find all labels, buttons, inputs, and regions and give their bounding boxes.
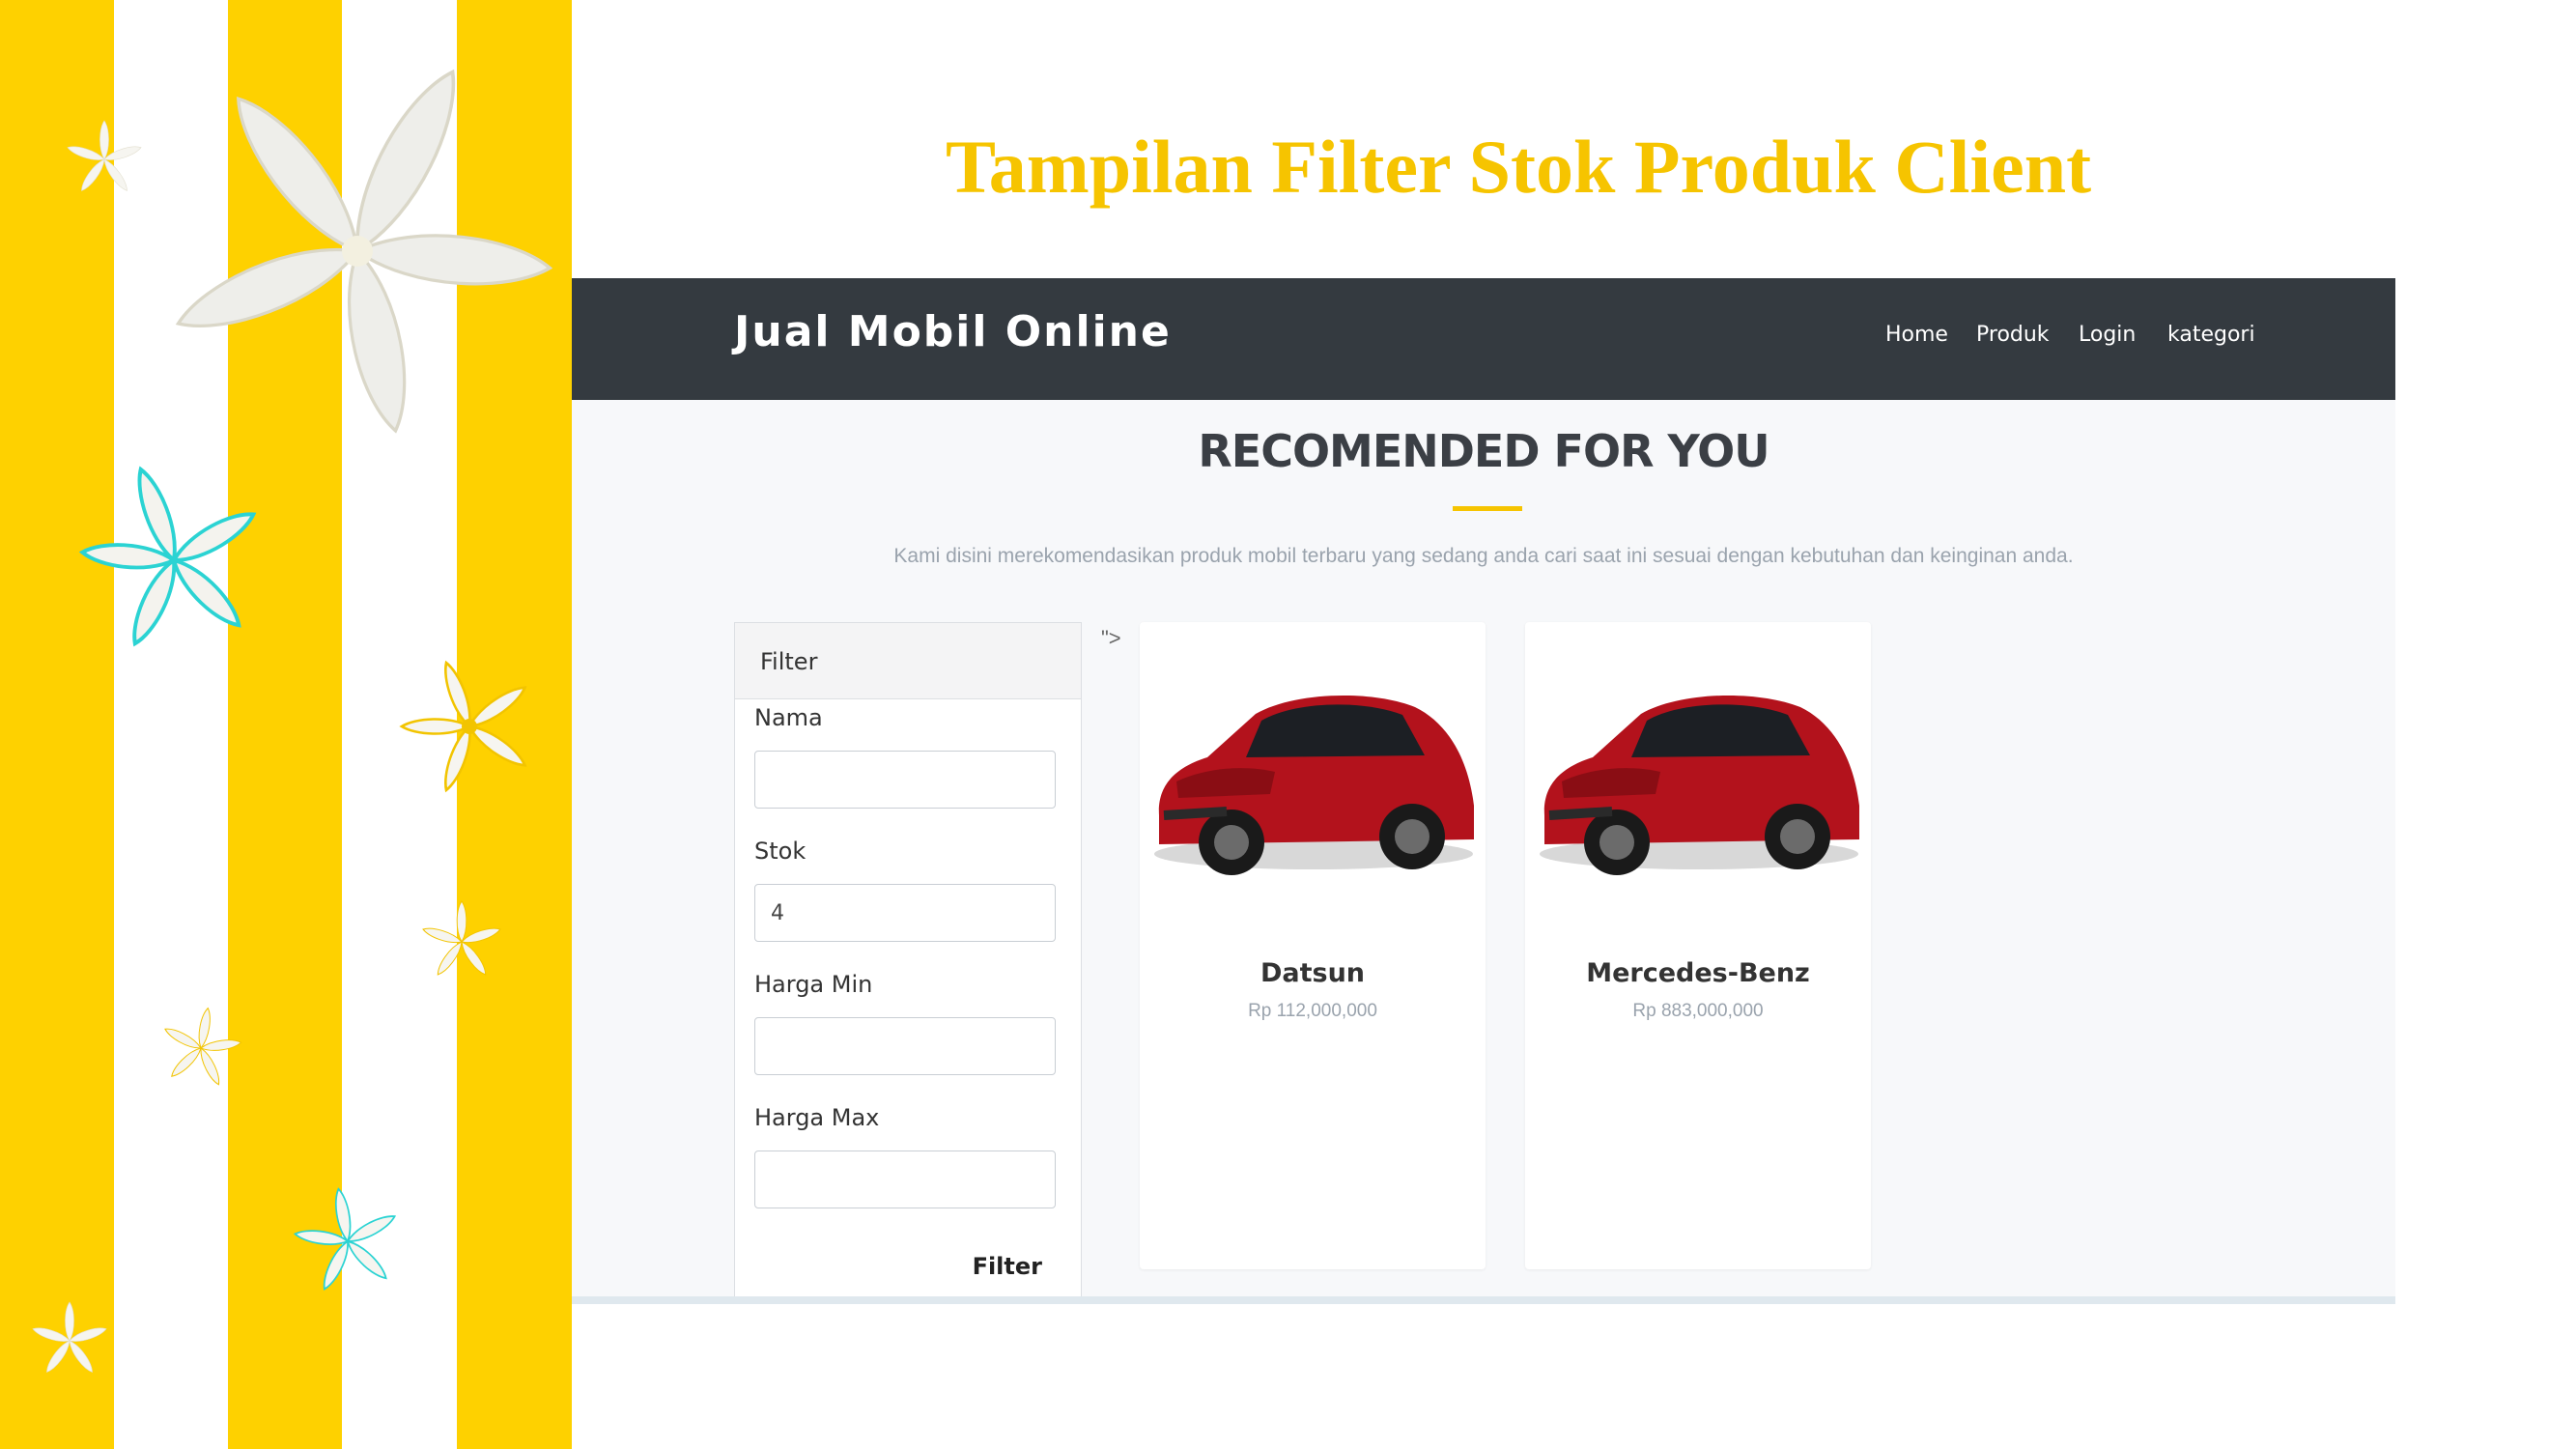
red-hatchback-car-image (1154, 695, 1474, 875)
flower-decorations (31, 0, 554, 1376)
flower-icon (31, 1301, 108, 1376)
harga-min-input[interactable] (754, 1017, 1056, 1075)
decorative-stripes-panel (0, 0, 572, 1449)
flower-icon (167, 61, 554, 438)
stray-text: "> (1101, 626, 1121, 650)
nav-link-login[interactable]: Login (2079, 323, 2136, 347)
horizontal-scrollbar[interactable] (572, 1296, 2395, 1304)
section-title: RECOMENDED FOR YOU (1198, 425, 1769, 477)
product-name[interactable]: Mercedes-Benz (1525, 958, 1871, 988)
nav-link-home[interactable]: Home (1885, 323, 1948, 347)
product-price: Rp 883,000,000 (1632, 1001, 1764, 1021)
product-card[interactable]: Datsun Rp 112,000,000 (1140, 622, 1486, 1269)
stok-input[interactable] (754, 884, 1056, 942)
section-description: Kami disini merekomendasikan produk mobi… (893, 545, 2074, 567)
product-price: Rp 112,000,000 (1248, 1001, 1377, 1021)
flower-icon (400, 658, 531, 795)
filter-button[interactable]: Filter (973, 1253, 1042, 1280)
nama-input[interactable] (754, 751, 1056, 809)
slide-title: Tampilan Filter Stok Produk Client (945, 125, 2092, 209)
brand-logo[interactable]: Jual Mobil Online (734, 307, 1172, 356)
flower-icon (66, 120, 143, 194)
product-card[interactable]: Mercedes-Benz Rp 883,000,000 (1525, 622, 1871, 1269)
website-screenshot: Jual Mobil Online Home Produk Login kate… (572, 278, 2395, 1304)
title-underline (1453, 506, 1522, 511)
product-name[interactable]: Datsun (1140, 958, 1486, 988)
filter-panel: Filter Nama Stok Harga Min Harga Max Fil… (734, 622, 1082, 1304)
nav-link-kategori[interactable]: kategori (2167, 323, 2255, 347)
red-hatchback-car-image (1540, 695, 1859, 875)
stok-label: Stok (754, 838, 807, 865)
flower-icon (420, 900, 503, 979)
navbar: Jual Mobil Online Home Produk Login kate… (572, 278, 2395, 400)
flower-icon (293, 1186, 399, 1293)
harga-min-label: Harga Min (754, 971, 873, 998)
harga-max-input[interactable] (754, 1151, 1056, 1208)
nama-label: Nama (754, 704, 823, 731)
nav-link-produk[interactable]: Produk (1976, 323, 2050, 347)
harga-max-label: Harga Max (754, 1104, 880, 1131)
flower-icon (162, 1007, 242, 1088)
flower-icon (81, 466, 259, 648)
filter-header: Filter (735, 623, 1081, 699)
